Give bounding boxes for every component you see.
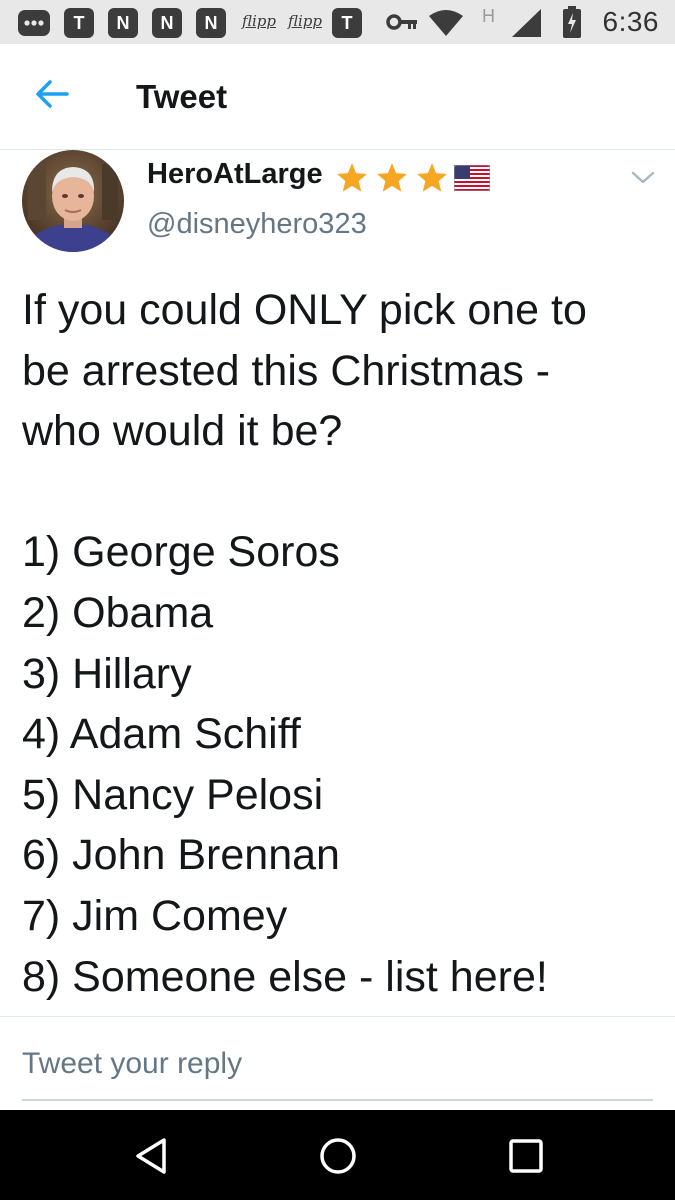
star-icon: [377, 163, 407, 192]
system-nav-bar: [0, 1110, 675, 1200]
star-icon: [417, 163, 447, 192]
flipp-icon: flipp: [288, 12, 323, 30]
author-name[interactable]: HeroAtLarge: [147, 158, 323, 191]
status-bar: T N N N flipp flipp T H 6:36: [0, 0, 675, 44]
triangle-back-icon: [136, 1138, 166, 1174]
tweet-text-line: who would it be?: [22, 407, 343, 456]
tweet-text-line: 5) Nancy Pelosi: [22, 770, 324, 819]
wifi-icon: [428, 9, 464, 42]
author-handle[interactable]: @disneyhero323: [147, 208, 367, 241]
tweet-text-line: 3) Hillary: [22, 649, 192, 698]
n-app-icon: N: [108, 8, 138, 38]
reply-input-underline: [22, 1099, 653, 1101]
back-button[interactable]: [32, 74, 72, 114]
square-recents-icon: [509, 1139, 543, 1173]
tweet-text-line: 4) Adam Schiff: [22, 710, 301, 759]
tweet-text-line: be arrested this Christmas -: [22, 346, 551, 395]
tweet-text-line: 6) John Brennan: [22, 831, 340, 880]
tweet-text-line: 1) George Soros: [22, 528, 340, 577]
n-app-icon: N: [152, 8, 182, 38]
nav-back-button[interactable]: [132, 1136, 172, 1176]
tweet-text-line: 7) Jim Comey: [22, 891, 288, 940]
reply-composer: Tweet your reply: [0, 1016, 675, 1110]
tweet-options-button[interactable]: [630, 168, 656, 188]
t-app-icon: T: [332, 8, 362, 38]
clock: 6:36: [602, 6, 659, 37]
tweet-text-line: 8) Someone else - list here!: [22, 952, 548, 1001]
reply-input[interactable]: Tweet your reply: [22, 1047, 242, 1081]
more-icon: [18, 10, 50, 41]
top-app-bar: Tweet: [0, 44, 675, 150]
star-icon: [337, 163, 367, 192]
key-icon: [386, 12, 418, 37]
tweet-text-line: If you could ONLY pick one to: [22, 286, 587, 334]
name-badges: [334, 160, 490, 196]
page-title: Tweet: [136, 78, 228, 115]
t-app-icon: T: [64, 8, 94, 38]
flipp-icon: flipp: [242, 12, 277, 30]
battery-icon: [562, 6, 582, 43]
nav-home-button[interactable]: [318, 1136, 358, 1176]
nav-recents-button[interactable]: [506, 1136, 546, 1176]
tweet-text-line: [22, 462, 662, 523]
avatar[interactable]: [22, 150, 124, 252]
us-flag-icon: [454, 165, 490, 191]
circle-home-icon: [320, 1138, 356, 1174]
tweet-text-line: 2) Obama: [22, 588, 214, 637]
tweet-text: If you could ONLY pick one to be arreste…: [22, 280, 662, 1007]
signal-icon: [512, 9, 542, 42]
arrow-left-icon: [36, 80, 69, 108]
n-app-icon: N: [196, 8, 226, 38]
chevron-down-icon: [631, 171, 655, 184]
network-type-label: H: [482, 6, 495, 26]
